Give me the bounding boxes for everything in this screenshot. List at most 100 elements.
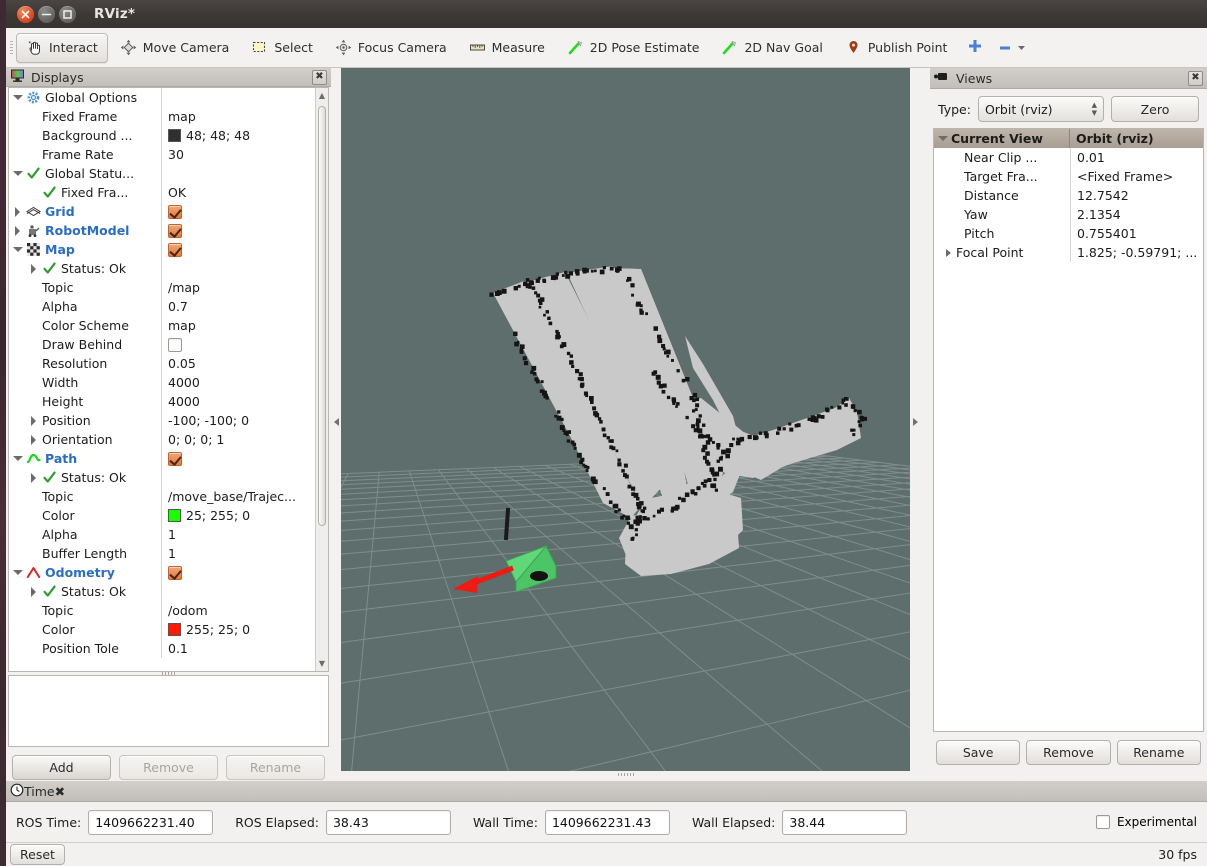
display-tree-row[interactable]: Draw Behind <box>9 335 315 354</box>
spinner-arrows-icon[interactable]: ▲ ▼ <box>1092 102 1097 117</box>
display-tree-row-value-cell[interactable]: 25; 255; 0 <box>161 506 315 525</box>
display-tree-row-value-cell[interactable]: 255; 25; 0 <box>161 620 315 639</box>
views-row-value[interactable]: <Fixed Frame> <box>1070 167 1203 186</box>
display-tree-row[interactable]: RobotModel <box>9 221 315 240</box>
display-tree-row-value-cell[interactable]: 48; 48; 48 <box>161 126 315 145</box>
display-tree-row[interactable]: Position -100; -100; 0 <box>9 411 315 430</box>
views-row-value[interactable]: 12.7542 <box>1070 186 1203 205</box>
display-tree-row[interactable]: Resolution 0.05 <box>9 354 315 373</box>
color-swatch[interactable] <box>168 509 181 522</box>
display-tree-row-value-cell[interactable] <box>161 202 315 221</box>
display-enabled-checkbox[interactable] <box>168 242 182 257</box>
display-tree-row-value-cell[interactable]: 0; 0; 0; 1 <box>161 430 315 449</box>
display-tree-row[interactable]: Buffer Length 1 <box>9 544 315 563</box>
collapse-arrow-icon[interactable] <box>13 245 23 254</box>
remove-display-button[interactable]: Remove <box>119 755 218 780</box>
display-tree-row-value-cell[interactable]: -100; -100; 0 <box>161 411 315 430</box>
render-viewport-3d[interactable] <box>341 68 910 775</box>
display-tree-row[interactable]: Path <box>9 449 315 468</box>
display-tree-row[interactable]: Width 4000 <box>9 373 315 392</box>
tool-2d-nav-goal[interactable]: 2D Nav Goal <box>711 33 832 63</box>
tool-select[interactable]: Select <box>241 33 323 63</box>
time-close-icon[interactable]: ✖ <box>55 784 65 799</box>
tool-move-camera[interactable]: Move Camera <box>110 33 240 63</box>
display-tree-row[interactable]: Topic/move_base/Trajec... <box>9 487 315 506</box>
display-tree-row[interactable]: Global Options <box>9 88 315 107</box>
views-table-row[interactable]: Yaw 2.1354 <box>934 205 1203 224</box>
tool-interact[interactable]: Interact <box>16 32 108 63</box>
chevron-down-icon[interactable] <box>1017 41 1026 55</box>
display-tree-row-value-cell[interactable]: 0.1 <box>161 639 315 658</box>
scroll-down-icon[interactable]: ▼ <box>316 656 328 671</box>
views-close-icon[interactable]: ✖ <box>1188 70 1203 86</box>
tool-focus-camera[interactable]: Focus Camera <box>325 33 457 63</box>
display-tree-row-value-cell[interactable] <box>161 259 315 278</box>
display-tree-row[interactable]: Height 4000 <box>9 392 315 411</box>
display-enabled-checkbox[interactable] <box>168 565 182 580</box>
display-tree-row[interactable]: Color Scheme map <box>9 316 315 335</box>
display-enabled-checkbox[interactable] <box>168 204 182 219</box>
expand-arrow-icon[interactable] <box>938 134 948 143</box>
display-tree-row[interactable]: Global Statu... <box>9 164 315 183</box>
experimental-toggle[interactable]: Experimental <box>1095 815 1197 829</box>
views-table-row[interactable]: Distance 12.7542 <box>934 186 1203 205</box>
rename-view-button[interactable]: Rename <box>1116 740 1201 765</box>
views-row-value[interactable]: 0.01 <box>1070 148 1203 167</box>
display-tree-row-value-cell[interactable]: map <box>161 107 315 126</box>
display-tree-row-value-cell[interactable] <box>161 335 315 354</box>
zero-view-button[interactable]: Zero <box>1111 96 1199 122</box>
expand-arrow-icon[interactable] <box>29 264 38 274</box>
toolbar-drag-handle[interactable] <box>6 28 16 68</box>
expand-arrow-icon[interactable] <box>13 207 22 217</box>
display-tree-row[interactable]: Alpha 1 <box>9 525 315 544</box>
display-tree-row-value-cell[interactable]: 1 <box>161 544 315 563</box>
expand-arrow-icon[interactable] <box>938 245 952 260</box>
display-tree-row[interactable]: Status: Ok <box>9 468 315 487</box>
display-tree-row-value-cell[interactable]: map <box>161 316 315 335</box>
wall-time-input[interactable]: 1409662231.43 <box>544 809 670 835</box>
close-window-button[interactable] <box>17 5 34 23</box>
display-tree-row-value-cell[interactable]: /move_base/Trajec... <box>161 487 315 506</box>
display-tree-row[interactable]: Background ... 48; 48; 48 <box>9 126 315 145</box>
expand-arrow-icon[interactable] <box>29 435 38 445</box>
ros-elapsed-input[interactable]: 38.43 <box>325 809 451 835</box>
collapse-arrow-icon[interactable] <box>13 568 23 577</box>
display-tree-row[interactable]: Map <box>9 240 315 259</box>
display-tree-row-value-cell[interactable]: 30 <box>161 145 315 164</box>
display-tree-row[interactable]: Status: Ok <box>9 582 315 601</box>
views-property-table[interactable]: Current View Orbit (rviz) Near Clip ... 0… <box>933 128 1204 732</box>
viewport-bottom-splitter[interactable] <box>341 771 910 777</box>
displays-tree-scrollbar[interactable]: ▲ ▼ <box>315 88 328 671</box>
display-tree-row-value-cell[interactable]: /map <box>161 278 315 297</box>
collapse-arrow-icon[interactable] <box>13 169 23 178</box>
display-tree-row-value-cell[interactable] <box>161 582 315 601</box>
display-tree-row-value-cell[interactable] <box>161 449 315 468</box>
display-tree-row-value-cell[interactable]: OK <box>161 183 315 202</box>
views-row-value[interactable]: 2.1354 <box>1070 205 1203 224</box>
display-enabled-checkbox[interactable] <box>168 223 182 238</box>
display-tree-row[interactable]: Topic/odom <box>9 601 315 620</box>
display-tree-row[interactable]: Odometry <box>9 563 315 582</box>
collapse-left-icon[interactable] <box>331 68 341 775</box>
display-tree-row-value-cell[interactable]: /odom <box>161 601 315 620</box>
tool-2d-pose-estimate[interactable]: 2D Pose Estimate <box>557 33 710 63</box>
views-row-value[interactable]: 1.825; -0.59791; ... <box>1070 243 1203 262</box>
display-tree-row-value-cell[interactable]: 4000 <box>161 392 315 411</box>
display-tree-row[interactable]: Fixed Fra... OK <box>9 183 315 202</box>
color-swatch[interactable] <box>168 623 181 636</box>
display-tree-row-value-cell[interactable]: 1 <box>161 525 315 544</box>
display-tree-row-value-cell[interactable] <box>161 221 315 240</box>
expand-arrow-icon[interactable] <box>13 226 22 236</box>
views-table-row[interactable]: Target Fra... <Fixed Frame> <box>934 167 1203 186</box>
display-tree-row-value-cell[interactable]: 0.05 <box>161 354 315 373</box>
display-tree-row[interactable]: Frame Rate 30 <box>9 145 315 164</box>
add-tool-button[interactable] <box>967 38 983 57</box>
display-tree-row-value-cell[interactable]: 0.7 <box>161 297 315 316</box>
views-row-value[interactable]: 0.755401 <box>1070 224 1203 243</box>
display-tree-row[interactable]: Topic/map <box>9 278 315 297</box>
remove-view-button[interactable]: Remove <box>1026 740 1111 765</box>
scrollbar-thumb[interactable] <box>318 106 326 526</box>
views-table-row[interactable]: Focal Point 1.825; -0.59791; ... <box>934 243 1203 262</box>
expand-arrow-icon[interactable] <box>29 416 38 426</box>
add-display-button[interactable]: Add <box>12 755 111 780</box>
